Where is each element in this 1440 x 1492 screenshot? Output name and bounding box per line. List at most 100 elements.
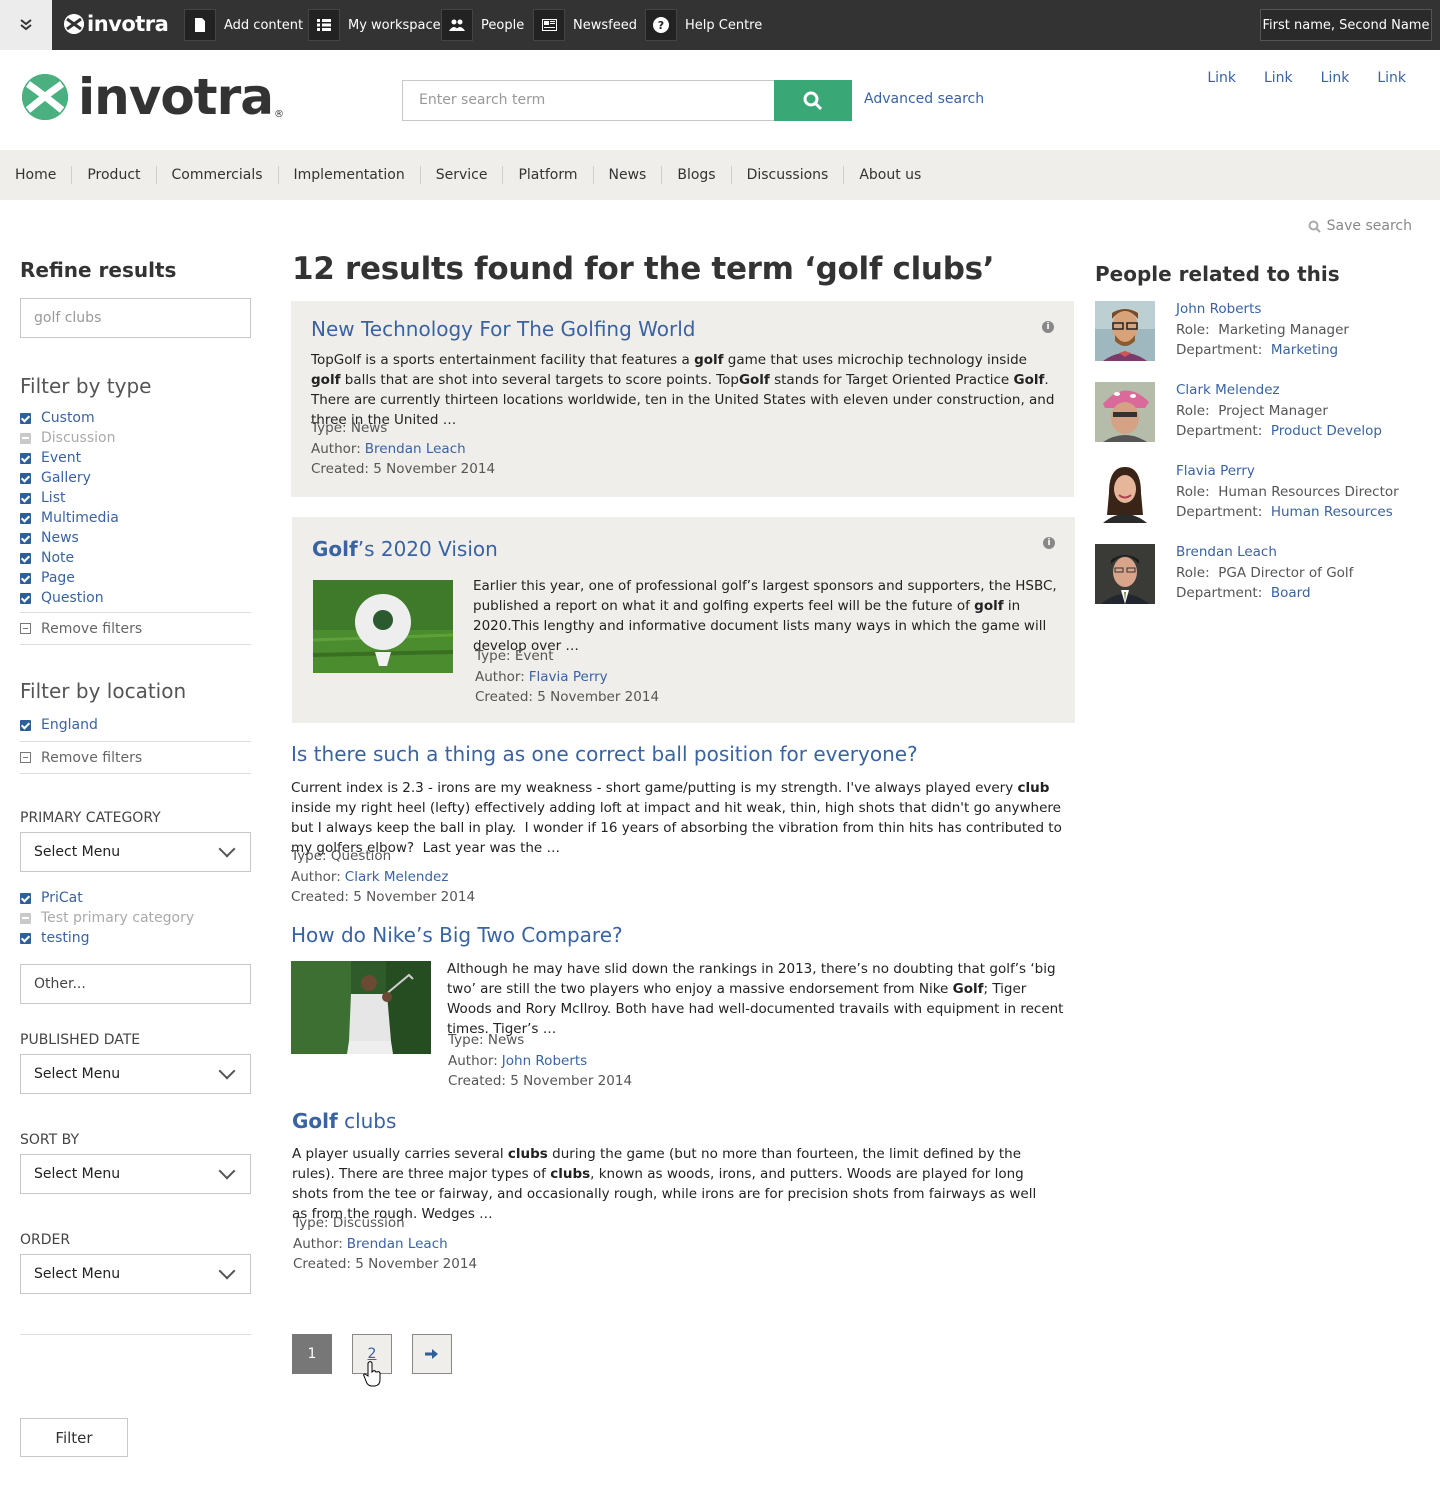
filter-button[interactable]: Filter: [20, 1418, 128, 1457]
checked-checkbox-icon[interactable]: [20, 592, 31, 604]
avatar[interactable]: [1095, 301, 1155, 361]
checked-checkbox-icon[interactable]: [20, 932, 31, 944]
result-title-link[interactable]: New Technology For The Golfing World: [311, 317, 695, 341]
sort-by-select[interactable]: Select Menu: [20, 1154, 251, 1194]
search-button[interactable]: [774, 80, 852, 121]
next-page-button[interactable]: [412, 1334, 452, 1374]
result-title-link[interactable]: Golf’s 2020 Vision: [312, 537, 498, 561]
category-filter-checkbox-row[interactable]: testing: [20, 928, 251, 948]
page-1-button[interactable]: 1: [292, 1334, 332, 1374]
checked-checkbox-icon[interactable]: [20, 572, 31, 584]
refine-search-input[interactable]: golf clubs: [20, 298, 251, 338]
result-author-link[interactable]: Clark Melendez: [345, 869, 449, 885]
person-details: John Roberts Role: Marketing Manager Dep…: [1176, 301, 1349, 358]
nav-item-about-us[interactable]: About us: [843, 166, 936, 184]
checked-checkbox-icon[interactable]: [20, 472, 31, 484]
order-select[interactable]: Select Menu: [20, 1254, 251, 1294]
type-filter-checkbox-row[interactable]: Event: [20, 448, 251, 468]
minus-square-icon: [20, 752, 31, 763]
person-name-link[interactable]: John Roberts: [1176, 301, 1261, 317]
result-title-link[interactable]: Golf clubs: [292, 1109, 396, 1133]
person-department-link[interactable]: Marketing: [1271, 342, 1338, 358]
category-filter-checkbox-row[interactable]: PriCat: [20, 888, 251, 908]
type-filter-checkbox-row[interactable]: Gallery: [20, 468, 251, 488]
type-filter-checkbox-row[interactable]: List: [20, 488, 251, 508]
header-link[interactable]: Link: [1207, 70, 1236, 86]
person-name-link[interactable]: Flavia Perry: [1176, 463, 1255, 479]
invotra-logo-mark-icon: [64, 14, 84, 34]
result-title-link[interactable]: Is there such a thing as one correct bal…: [291, 742, 918, 766]
help-centre-button[interactable]: ? Help Centre: [645, 0, 762, 50]
nav-item-implementation[interactable]: Implementation: [277, 166, 420, 184]
type-filter-checkbox-row[interactable]: News: [20, 528, 251, 548]
site-logo[interactable]: invotra ®: [22, 72, 284, 122]
checked-checkbox-icon[interactable]: [20, 719, 31, 731]
remove-location-filters-button[interactable]: Remove filters: [20, 741, 251, 774]
my-workspace-button[interactable]: My workspace: [308, 0, 441, 50]
published-date-select[interactable]: Select Menu: [20, 1054, 251, 1094]
result-author-link[interactable]: Brendan Leach: [365, 441, 466, 457]
nav-item-discussions[interactable]: Discussions: [730, 166, 844, 184]
person-name-link[interactable]: Brendan Leach: [1176, 544, 1277, 560]
location-filter-checkbox-row[interactable]: England: [20, 715, 251, 735]
type-filter-checkbox-row[interactable]: Custom: [20, 408, 251, 428]
person-department-link[interactable]: Board: [1271, 585, 1311, 601]
type-filter-label: News: [41, 530, 79, 546]
checked-checkbox-icon[interactable]: [20, 552, 31, 564]
indeterminate-checkbox-icon[interactable]: [20, 432, 31, 444]
nav-item-news[interactable]: News: [592, 166, 662, 184]
registered-mark: ®: [273, 109, 284, 120]
checked-checkbox-icon[interactable]: [20, 512, 31, 524]
checked-checkbox-icon[interactable]: [20, 452, 31, 464]
remove-type-filters-button[interactable]: Remove filters: [20, 612, 251, 645]
type-filter-checkbox-row[interactable]: Page: [20, 568, 251, 588]
nav-item-commercials[interactable]: Commercials: [155, 166, 278, 184]
nav-item-platform[interactable]: Platform: [502, 166, 592, 184]
avatar[interactable]: [1095, 463, 1155, 523]
header-link[interactable]: Link: [1321, 70, 1350, 86]
person-name-link[interactable]: Clark Melendez: [1176, 382, 1280, 398]
advanced-search-link[interactable]: Advanced search: [864, 91, 984, 107]
nav-item-blogs[interactable]: Blogs: [661, 166, 730, 184]
result-author-link[interactable]: Brendan Leach: [347, 1236, 448, 1252]
select-value: Select Menu: [34, 1266, 121, 1282]
header-link[interactable]: Link: [1377, 70, 1406, 86]
avatar[interactable]: [1095, 544, 1155, 604]
save-search-button[interactable]: Save search: [1308, 218, 1412, 234]
toolbar-logo[interactable]: invotra: [64, 12, 169, 36]
toolbar-toggle-button[interactable]: [0, 0, 52, 50]
nav-item-service[interactable]: Service: [419, 166, 503, 184]
header-link[interactable]: Link: [1264, 70, 1293, 86]
list-icon: [308, 9, 340, 41]
info-icon[interactable]: i: [1042, 321, 1054, 333]
newsfeed-button[interactable]: Newsfeed: [533, 0, 637, 50]
person-department-link[interactable]: Human Resources: [1271, 504, 1393, 520]
checked-checkbox-icon[interactable]: [20, 412, 31, 424]
nav-item-product[interactable]: Product: [71, 166, 155, 184]
nav-item-home[interactable]: Home: [0, 166, 71, 184]
type-filter-checkbox-row[interactable]: Multimedia: [20, 508, 251, 528]
type-filter-checkbox-row[interactable]: Question: [20, 588, 251, 608]
golf-ball-thumbnail[interactable]: [313, 580, 453, 673]
avatar[interactable]: [1095, 382, 1155, 442]
checked-checkbox-icon[interactable]: [20, 492, 31, 504]
select-value: Select Menu: [34, 844, 121, 860]
person-role: Project Manager: [1218, 402, 1328, 419]
checked-checkbox-icon[interactable]: [20, 892, 31, 904]
search-input[interactable]: Enter search term: [402, 80, 775, 121]
people-button[interactable]: People: [441, 0, 524, 50]
type-filter-checkbox-row[interactable]: Note: [20, 548, 251, 568]
result-author-link[interactable]: Flavia Perry: [529, 669, 608, 685]
other-category-input[interactable]: Other...: [20, 964, 251, 1004]
info-icon[interactable]: i: [1043, 537, 1055, 549]
result-author-link[interactable]: John Roberts: [502, 1053, 587, 1069]
indeterminate-checkbox-icon[interactable]: [20, 912, 31, 924]
primary-category-select[interactable]: Select Menu: [20, 832, 251, 872]
checked-checkbox-icon[interactable]: [20, 532, 31, 544]
golfer-thumbnail[interactable]: [291, 961, 431, 1054]
person-department-link[interactable]: Product Develop: [1271, 423, 1382, 439]
user-menu-button[interactable]: First name, Second Name: [1260, 9, 1432, 41]
result-title-link[interactable]: How do Nike’s Big Two Compare?: [291, 923, 623, 947]
add-content-button[interactable]: Add content: [184, 0, 303, 50]
type-filter-checkbox-row: Discussion: [20, 428, 251, 448]
